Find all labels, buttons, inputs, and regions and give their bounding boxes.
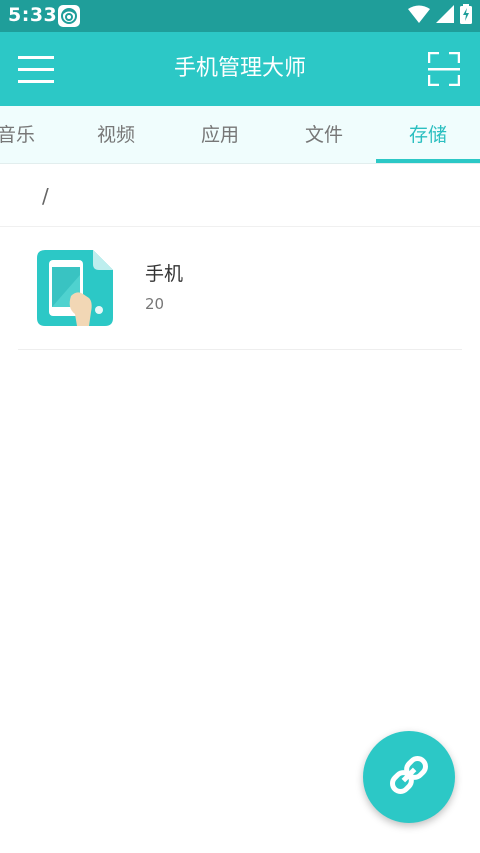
link-icon [385, 751, 433, 803]
tab-music[interactable]: 音乐 [0, 106, 68, 164]
menu-button[interactable] [18, 53, 54, 85]
item-count: 20 [145, 295, 165, 313]
status-bar: 5:33 [0, 0, 480, 32]
phone-storage-icon [37, 250, 113, 326]
active-tab-indicator [376, 159, 480, 163]
item-title: 手机 [145, 263, 184, 285]
tab-files[interactable]: 文件 [272, 106, 376, 164]
tab-apps[interactable]: 应用 [168, 106, 272, 164]
wifi-icon [408, 5, 430, 27]
tab-video[interactable]: 视频 [64, 106, 168, 164]
app-bar: 手机管理大师 [0, 32, 480, 106]
tab-storage[interactable]: 存储 [376, 106, 480, 164]
page-title: 手机管理大师 [173, 56, 306, 81]
link-button[interactable] [363, 731, 455, 823]
signal-icon [436, 5, 454, 27]
tab-bar: 音乐 视频 应用 文件 存储 [0, 106, 480, 164]
menu-icon [18, 56, 54, 89]
battery-charging-icon [460, 4, 472, 28]
eye-logo-icon [58, 5, 80, 27]
scan-button[interactable] [427, 51, 461, 87]
status-time: 5:33 [8, 4, 58, 26]
scan-icon [427, 51, 461, 90]
list-item[interactable]: 手机 20 [18, 228, 462, 350]
breadcrumb: / [0, 164, 480, 227]
breadcrumb-path[interactable]: / [42, 184, 49, 208]
